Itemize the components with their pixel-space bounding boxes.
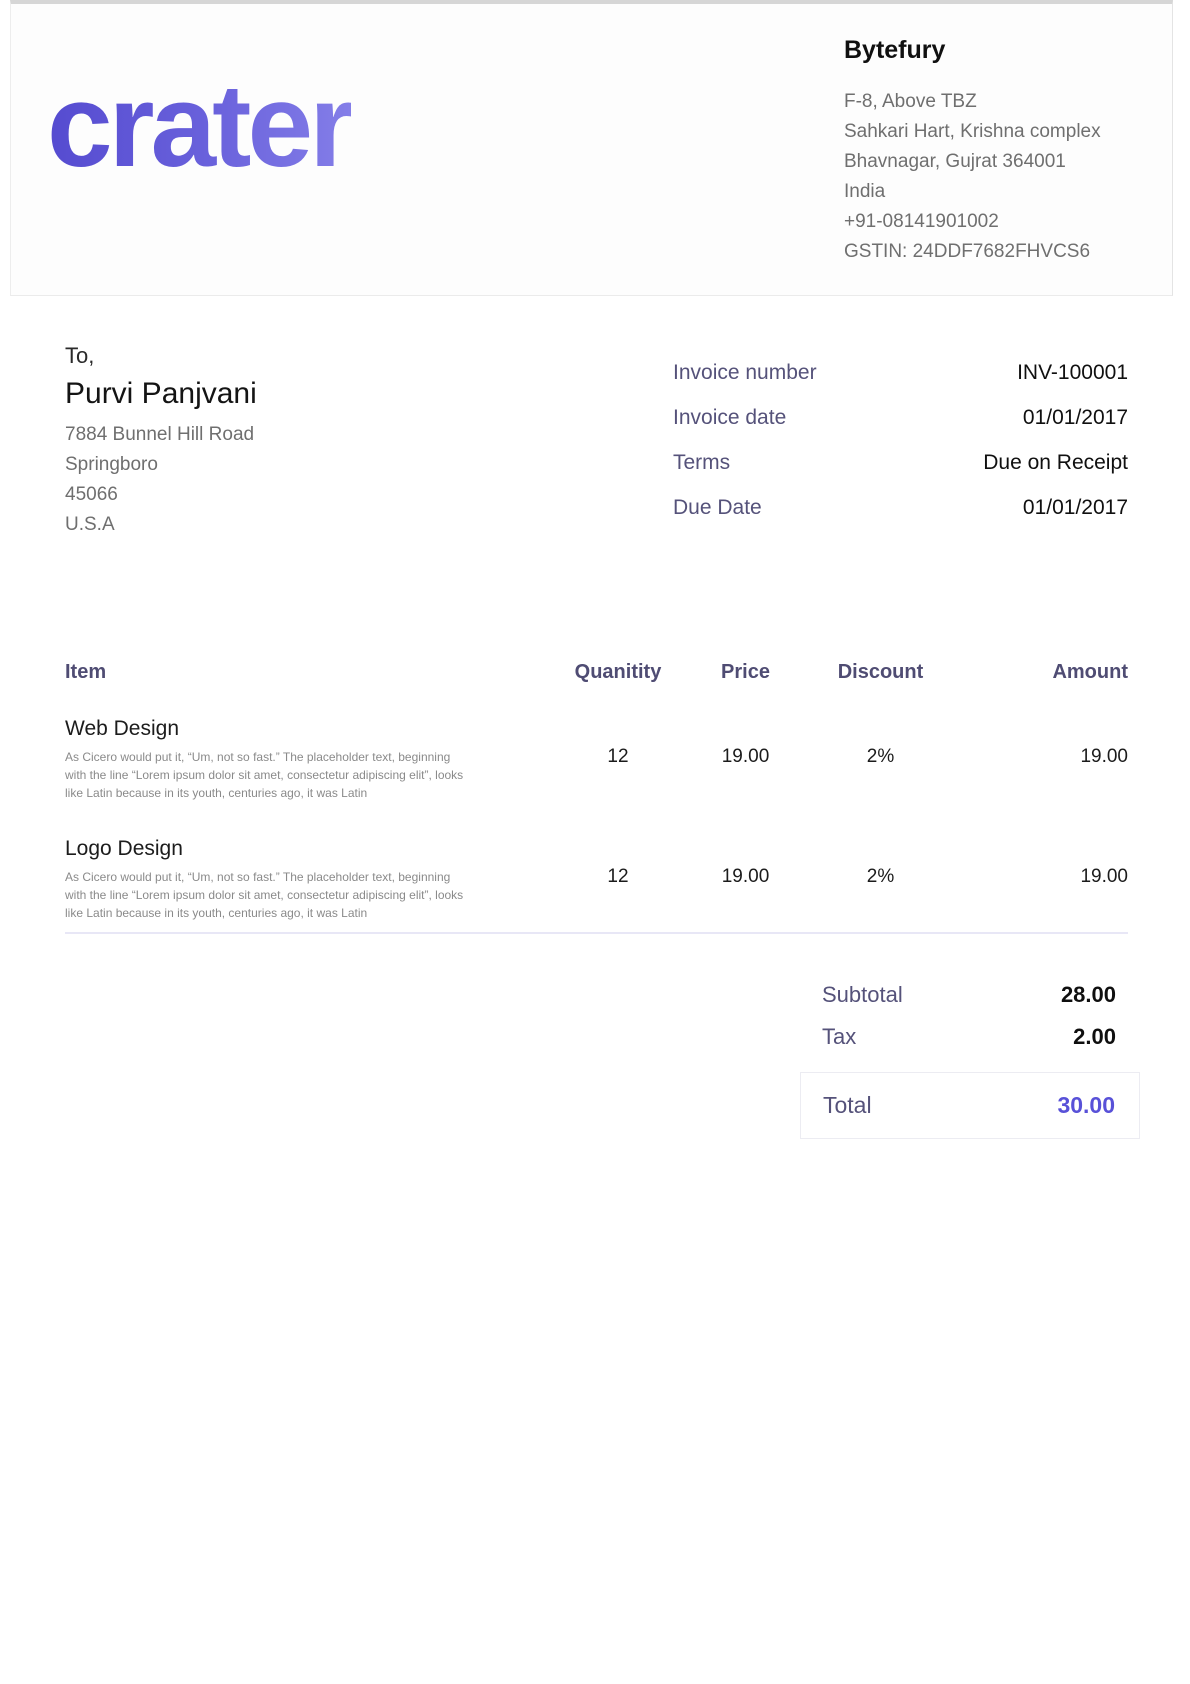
subtotal-label: Subtotal	[822, 982, 903, 1008]
item-description: As Cicero would put it, “Um, not so fast…	[65, 748, 490, 802]
table-row: Web Design As Cicero would put it, “Um, …	[65, 716, 1128, 802]
item-cell: Logo Design As Cicero would put it, “Um,…	[65, 836, 558, 922]
item-cell: Web Design As Cicero would put it, “Um, …	[65, 716, 558, 802]
bill-to-intro: To,	[65, 342, 257, 370]
item-price: 19.00	[678, 716, 813, 802]
items-divider	[65, 932, 1128, 934]
company-name: Bytefury	[844, 36, 1101, 65]
company-info: Bytefury F-8, Above TBZ Sahkari Hart, Kr…	[844, 36, 1101, 267]
header-amount: Amount	[948, 661, 1128, 684]
item-amount: 19.00	[948, 836, 1128, 922]
invoice-date-label: Invoice date	[673, 406, 786, 430]
bill-to-block: To, Purvi Panjvani 7884 Bunnel Hill Road…	[65, 342, 257, 540]
item-discount: 2%	[813, 716, 948, 802]
total-box: Total 30.00	[800, 1072, 1140, 1139]
tax-label: Tax	[822, 1024, 856, 1050]
subtotal-value: 28.00	[1061, 982, 1116, 1008]
crater-logo: crater	[47, 62, 351, 192]
meta-row-terms: Terms Due on Receipt	[673, 440, 1128, 485]
company-gstin: GSTIN: 24DDF7682FHVCS6	[844, 237, 1101, 267]
customer-address-line: U.S.A	[65, 510, 257, 540]
invoice-date-value: 01/01/2017	[1023, 406, 1128, 430]
header-price: Price	[678, 661, 813, 684]
totals-section: Subtotal 28.00 Tax 2.00 Total 30.00	[800, 974, 1140, 1139]
invoice-meta: Invoice number INV-100001 Invoice date 0…	[673, 350, 1128, 540]
invoice-header: crater Bytefury F-8, Above TBZ Sahkari H…	[10, 0, 1173, 296]
total-label: Total	[823, 1092, 872, 1119]
header-discount: Discount	[813, 661, 948, 684]
company-address-line: Sahkari Hart, Krishna complex	[844, 117, 1101, 147]
customer-address-line: 7884 Bunnel Hill Road	[65, 420, 257, 450]
total-value: 30.00	[1057, 1092, 1115, 1119]
meta-row-invoice-date: Invoice date 01/01/2017	[673, 395, 1128, 440]
tax-value: 2.00	[1073, 1024, 1116, 1050]
invoice-number-label: Invoice number	[673, 361, 817, 385]
item-discount: 2%	[813, 836, 948, 922]
item-name: Logo Design	[65, 836, 558, 862]
items-table-header: Item Quanitity Price Discount Amount	[65, 661, 1128, 684]
item-quantity: 12	[558, 716, 678, 802]
meta-row-due-date: Due Date 01/01/2017	[673, 485, 1128, 530]
terms-value: Due on Receipt	[983, 451, 1128, 475]
item-amount: 19.00	[948, 716, 1128, 802]
subtotal-row: Subtotal 28.00	[800, 974, 1140, 1016]
item-price: 19.00	[678, 836, 813, 922]
due-date-label: Due Date	[673, 496, 762, 520]
customer-name: Purvi Panjvani	[65, 374, 257, 414]
item-quantity: 12	[558, 836, 678, 922]
header-item: Item	[65, 661, 558, 684]
company-phone: +91-08141901002	[844, 207, 1101, 237]
customer-address-line: 45066	[65, 480, 257, 510]
customer-address-line: Springboro	[65, 450, 257, 480]
company-address-line: F-8, Above TBZ	[844, 87, 1101, 117]
company-address-line: Bhavnagar, Gujrat 364001	[844, 147, 1101, 177]
item-description: As Cicero would put it, “Um, not so fast…	[65, 868, 490, 922]
company-address-line: India	[844, 177, 1101, 207]
tax-row: Tax 2.00	[800, 1016, 1140, 1058]
invoice-body: To, Purvi Panjvani 7884 Bunnel Hill Road…	[0, 342, 1190, 1139]
invoice-number-value: INV-100001	[1017, 361, 1128, 385]
table-row: Logo Design As Cicero would put it, “Um,…	[65, 836, 1128, 922]
header-quantity: Quanitity	[558, 661, 678, 684]
due-date-value: 01/01/2017	[1023, 496, 1128, 520]
items-table: Item Quanitity Price Discount Amount Web…	[65, 661, 1128, 934]
parties-section: To, Purvi Panjvani 7884 Bunnel Hill Road…	[65, 342, 1128, 540]
terms-label: Terms	[673, 451, 730, 475]
meta-row-invoice-number: Invoice number INV-100001	[673, 350, 1128, 395]
item-name: Web Design	[65, 716, 558, 742]
